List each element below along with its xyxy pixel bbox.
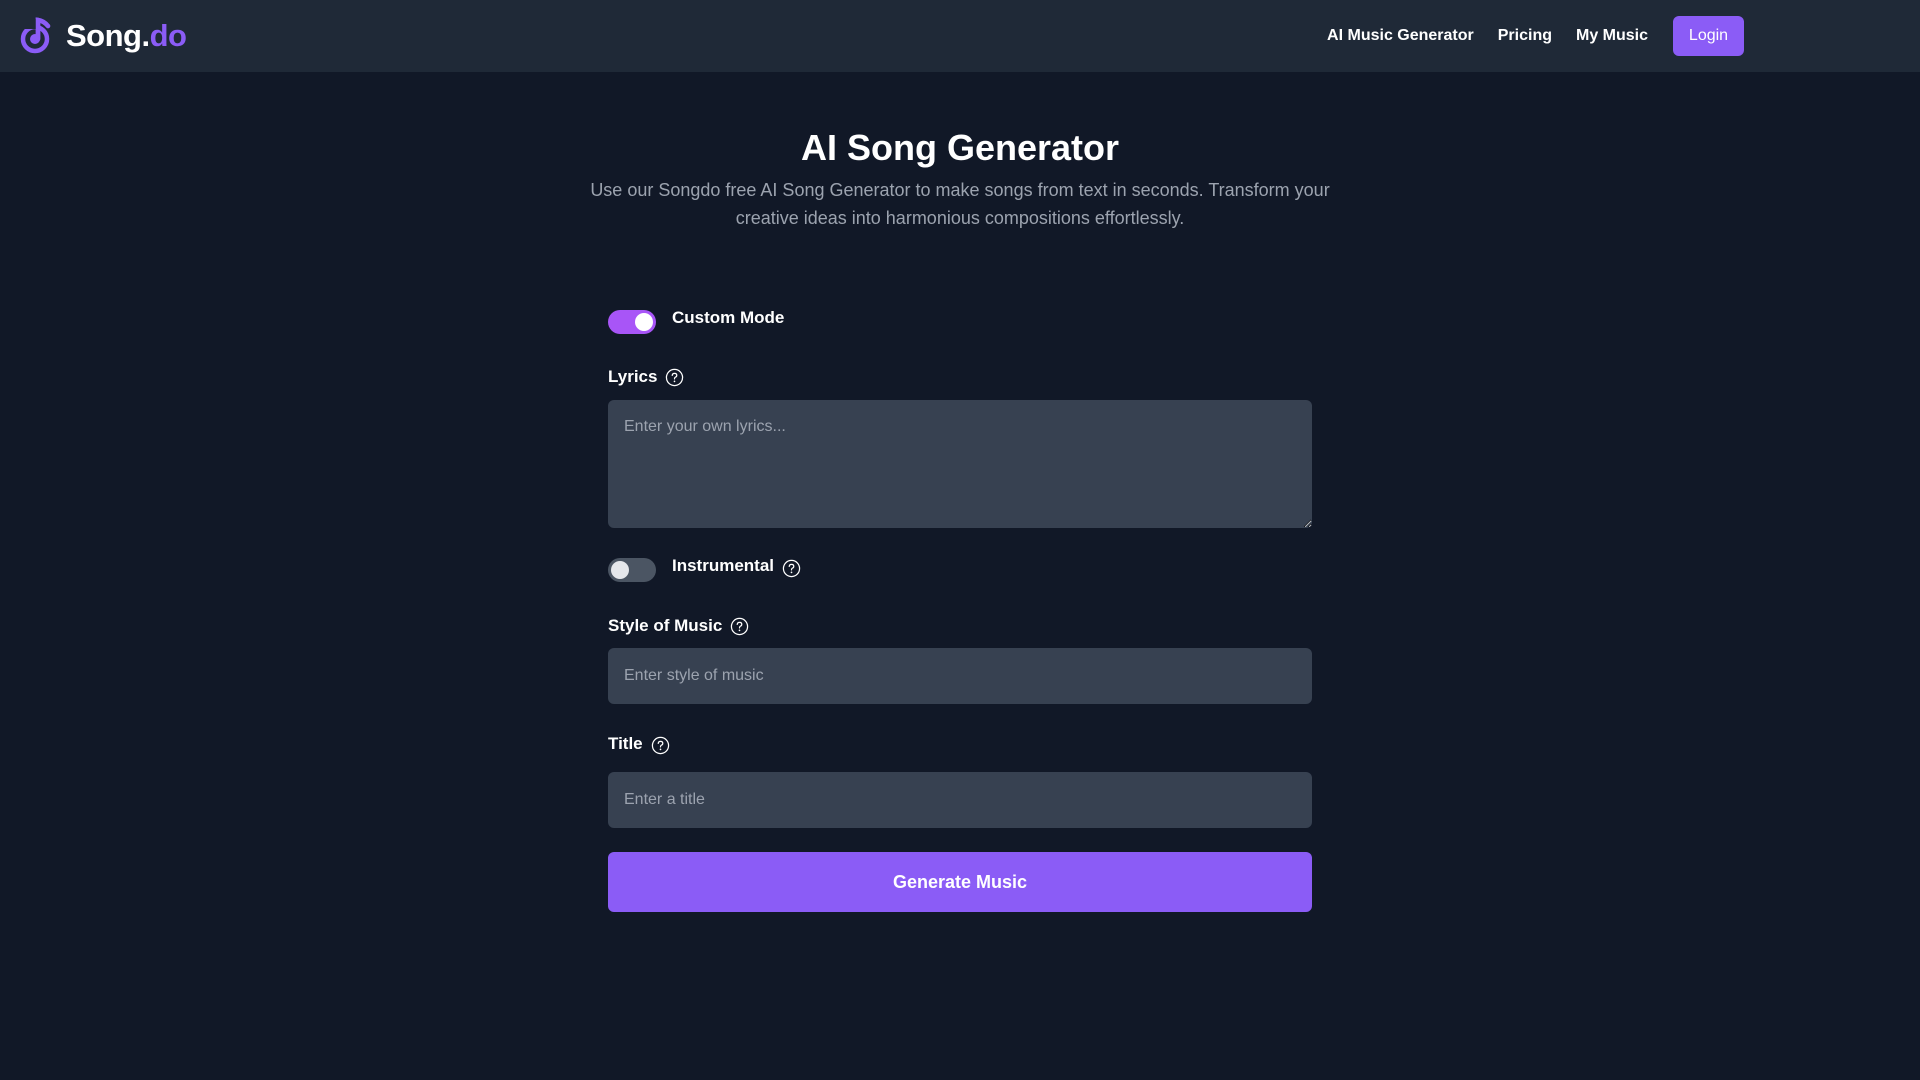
style-of-music-input[interactable] <box>608 648 1312 704</box>
title-input[interactable] <box>608 772 1312 828</box>
top-header: Song.do AI Music Generator Pricing My Mu… <box>0 0 1920 72</box>
nav-my-music[interactable]: My Music <box>1576 16 1648 56</box>
title-label-row: Title <box>608 732 670 755</box>
brand-name-suffix: do <box>149 18 187 53</box>
instrumental-label: Instrumental <box>672 556 775 575</box>
help-circle-icon[interactable] <box>782 559 801 578</box>
custom-mode-label: Custom Mode <box>672 308 785 327</box>
login-button[interactable]: Login <box>1673 16 1744 56</box>
style-label-row: Style of Music <box>608 615 749 637</box>
custom-mode-row: Custom Mode <box>608 308 785 334</box>
nav-pricing[interactable]: Pricing <box>1498 16 1552 56</box>
lyrics-label: Lyrics <box>608 367 658 386</box>
help-circle-icon[interactable] <box>665 368 684 387</box>
brand-name-main: Song <box>66 18 142 53</box>
instrumental-toggle[interactable] <box>608 558 656 582</box>
brand-logo[interactable]: Song.do <box>20 16 187 56</box>
brand-name-dot: . <box>141 18 151 53</box>
style-label: Style of Music <box>608 616 723 635</box>
custom-mode-toggle[interactable] <box>608 310 656 334</box>
instrumental-row: Instrumental <box>608 556 801 582</box>
page-title: AI Song Generator <box>800 127 1120 168</box>
toggle-knob <box>611 561 629 579</box>
title-label: Title <box>608 733 643 753</box>
help-circle-icon[interactable] <box>651 736 670 755</box>
page-subtitle: Use our Songdo free AI Song Generator to… <box>590 180 1330 228</box>
lyrics-textarea[interactable] <box>608 400 1312 528</box>
lyrics-label-row: Lyrics <box>608 366 684 388</box>
generate-music-button[interactable]: Generate Music <box>608 852 1312 912</box>
music-note-icon <box>20 17 51 54</box>
toggle-knob <box>635 313 653 331</box>
help-circle-icon[interactable] <box>730 617 749 636</box>
nav-ai-music-generator[interactable]: AI Music Generator <box>1327 16 1474 56</box>
main-nav: AI Music Generator Pricing My Music Logi… <box>1303 16 1744 56</box>
brand-name: Song.do <box>66 16 187 56</box>
